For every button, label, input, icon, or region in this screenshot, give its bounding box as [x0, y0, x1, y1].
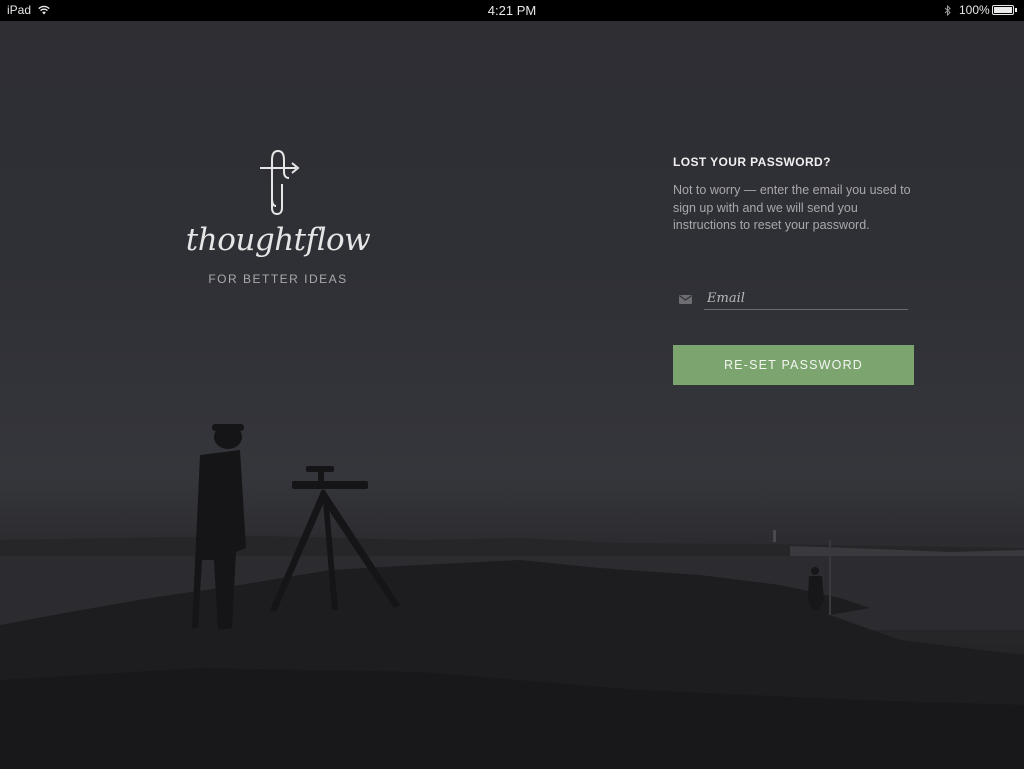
- thoughtflow-logo-icon: [260, 149, 300, 216]
- battery-percent: 100%: [959, 3, 990, 17]
- email-input[interactable]: [704, 288, 908, 310]
- reset-password-button[interactable]: RE-SET PASSWORD: [673, 345, 914, 385]
- mail-icon: [679, 295, 692, 304]
- clock: 4:21 PM: [487, 3, 537, 18]
- bluetooth-icon: [944, 5, 951, 16]
- app-screen: iPad 4:21 PM 100% thoughtflow FOR BETTER…: [0, 0, 1024, 769]
- form-description: Not to worry — enter the email you used …: [673, 183, 911, 232]
- form-title: LOST YOUR PASSWORD?: [673, 155, 831, 169]
- status-bar: iPad 4:21 PM 100%: [0, 0, 1024, 21]
- brand-name: thoughtflow: [185, 222, 371, 258]
- email-field-row: [673, 288, 909, 312]
- brand-tagline: FOR BETTER IDEAS: [208, 272, 348, 286]
- battery-icon: [992, 5, 1017, 15]
